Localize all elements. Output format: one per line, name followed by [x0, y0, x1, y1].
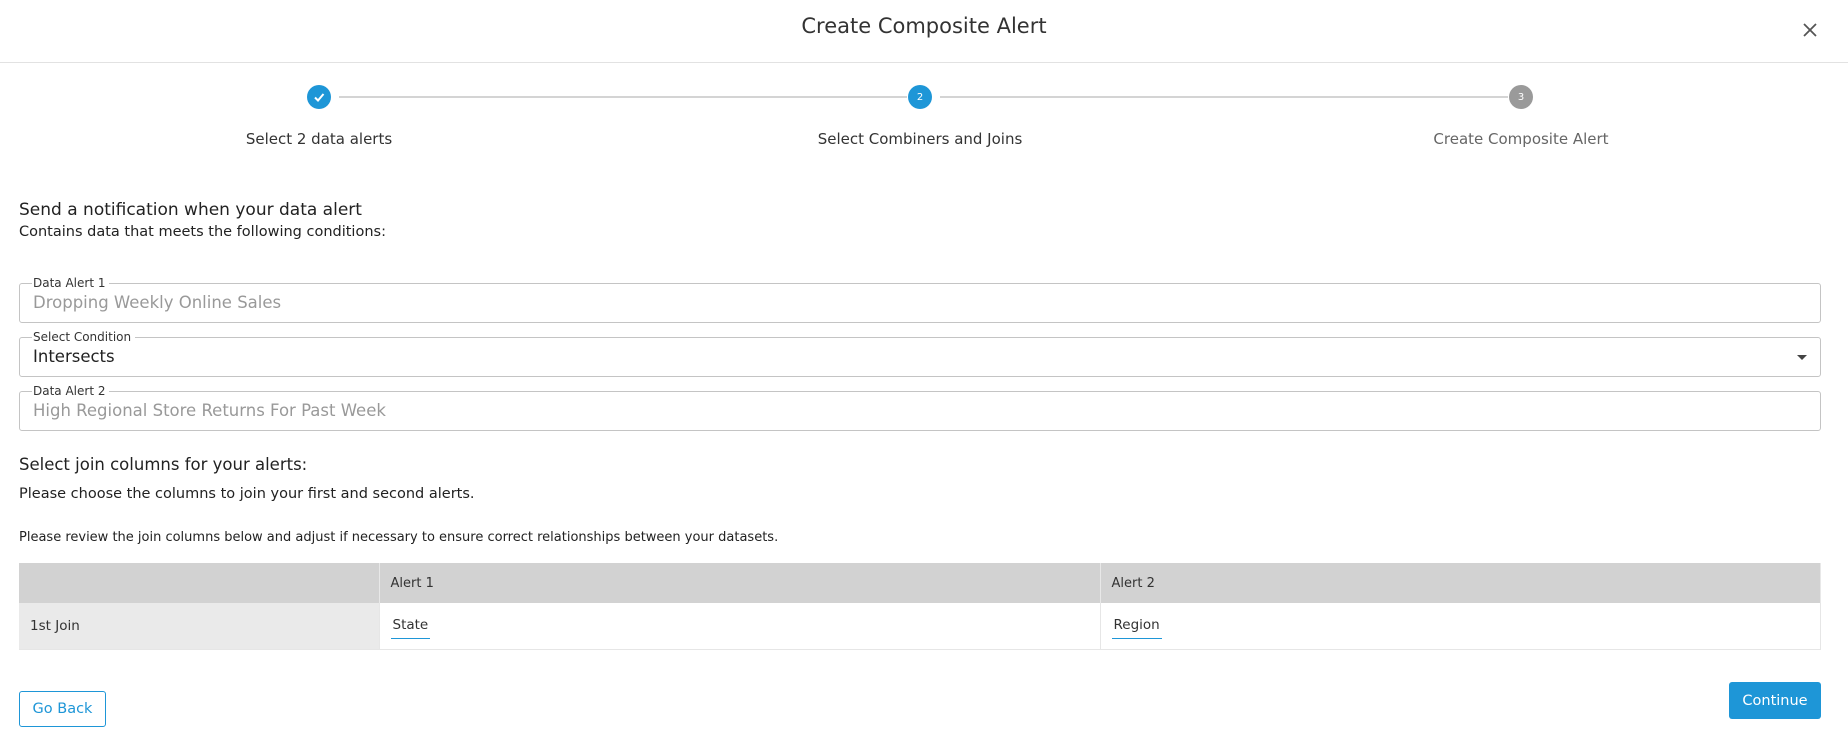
step-2-label: Select Combiners and Joins	[817, 130, 1023, 148]
data-alert-1-field[interactable]: Data Alert 1 Dropping Weekly Online Sale…	[19, 276, 1821, 323]
join-title: Select join columns for your alerts:	[19, 455, 308, 474]
data-alert-2-label: Data Alert 2	[32, 384, 110, 398]
check-icon	[314, 93, 325, 102]
join-alert-2-select[interactable]: Region	[1111, 617, 1162, 639]
join-header-alert-1: Alert 1	[379, 563, 1101, 603]
join-alert-1-cell: State	[379, 603, 1101, 650]
intro-subtitle: Contains data that meets the following c…	[19, 224, 386, 240]
go-back-button[interactable]: Go Back	[19, 691, 106, 727]
intro-title: Send a notification when your data alert	[19, 200, 362, 220]
caret-down-icon	[1797, 355, 1807, 360]
close-icon	[1803, 23, 1817, 37]
select-condition-label: Select Condition	[32, 330, 136, 344]
select-condition-value: Intersects	[33, 347, 115, 366]
step-1-label: Select 2 data alerts	[245, 130, 393, 148]
stepper: Select 2 data alerts 2 Select Combiners …	[0, 80, 1848, 160]
data-alert-1-value: Dropping Weekly Online Sales	[33, 293, 282, 312]
select-condition-dropdown[interactable]: Select Condition Intersects	[19, 330, 1821, 377]
step-connector-2	[940, 96, 1508, 98]
data-alert-2-field[interactable]: Data Alert 2 High Regional Store Returns…	[19, 384, 1821, 431]
join-row-label: 1st Join	[19, 603, 380, 650]
join-header-blank	[19, 563, 380, 603]
step-3-indicator: 3	[1509, 85, 1533, 109]
join-header-alert-2: Alert 2	[1100, 563, 1821, 603]
step-3-label: Create Composite Alert	[1433, 130, 1609, 148]
join-alert-2-cell: Region	[1100, 603, 1821, 650]
join-alert-1-select[interactable]: State	[390, 617, 431, 639]
join-note: Please review the join columns below and…	[19, 530, 779, 545]
join-table: Alert 1 Alert 2 1st Join State Region	[19, 563, 1821, 650]
join-table-header: Alert 1 Alert 2	[19, 563, 1821, 603]
table-row: 1st Join State Region	[19, 603, 1821, 650]
data-alert-2-value: High Regional Store Returns For Past Wee…	[33, 401, 386, 420]
modal-header: Create Composite Alert	[0, 0, 1848, 63]
continue-button[interactable]: Continue	[1729, 682, 1821, 719]
data-alert-1-label: Data Alert 1	[32, 276, 110, 290]
step-connector-1	[339, 96, 907, 98]
step-2-indicator: 2	[908, 85, 932, 109]
join-subtitle: Please choose the columns to join your f…	[19, 486, 475, 502]
close-button[interactable]	[1796, 16, 1824, 44]
modal-title: Create Composite Alert	[801, 14, 1047, 38]
step-1-indicator	[307, 85, 331, 109]
